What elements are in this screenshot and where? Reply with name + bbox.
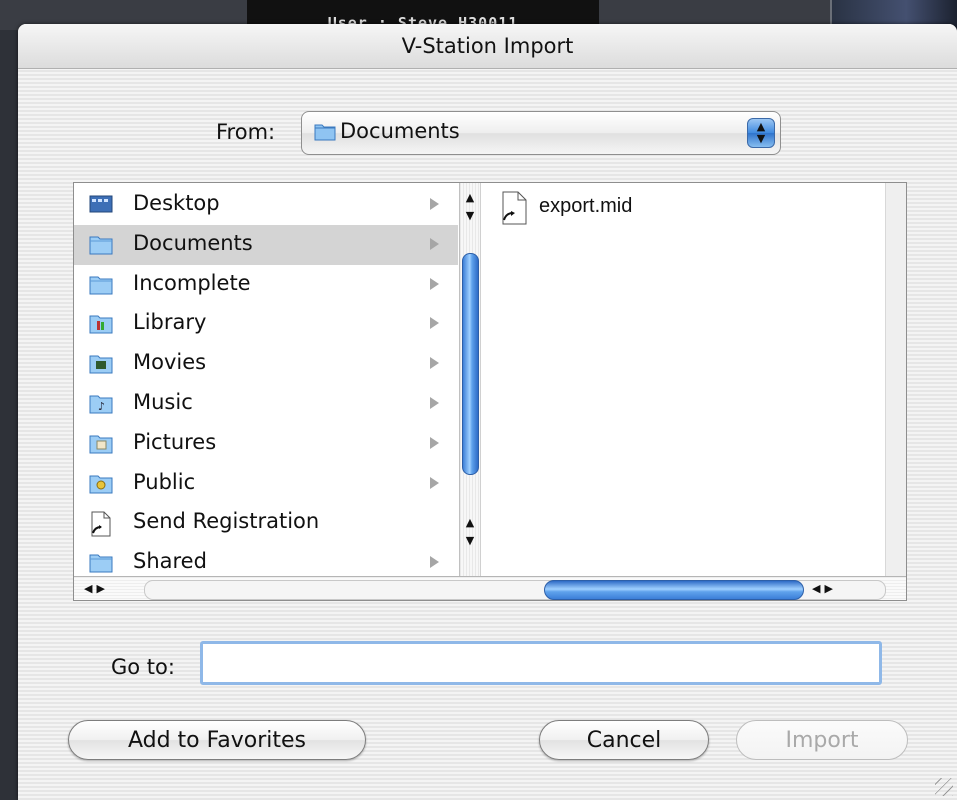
background-user-label: User : Steve H30011 xyxy=(327,14,519,24)
sidebar-item-label: Shared xyxy=(133,549,207,574)
import-button[interactable]: Import xyxy=(736,720,908,760)
file-item-label: export.mid xyxy=(539,195,633,217)
disclosure-arrow-icon xyxy=(430,277,439,290)
scroll-down-arrow-icon[interactable]: ▼ xyxy=(460,532,480,550)
sidebar-item-label: Music xyxy=(133,390,193,414)
disclosure-arrow-icon xyxy=(430,436,439,449)
sidebar-item-label: Public xyxy=(133,469,196,494)
sidebar-item-label: Movies xyxy=(133,350,207,375)
folder-icon xyxy=(314,121,336,145)
alias-document-icon xyxy=(89,511,113,537)
sidebar-item-label: Desktop xyxy=(133,191,220,215)
goto-label: Go to: xyxy=(111,655,175,679)
resize-grip-icon[interactable] xyxy=(935,778,953,796)
disclosure-arrow-icon xyxy=(430,317,439,330)
sidebar-item-movies[interactable]: Movies xyxy=(74,344,458,384)
scroll-left-right-arrows-icon[interactable]: ◀▶ xyxy=(84,579,109,599)
disclosure-arrow-icon xyxy=(430,556,439,569)
file-browser: Desktop Documents Incomplete Library Movies ♪… xyxy=(73,182,907,601)
music-folder-icon: ♪ xyxy=(89,392,113,414)
public-folder-icon xyxy=(89,472,113,494)
scroll-up-arrow-icon[interactable]: ▲ xyxy=(460,514,480,532)
sidebar-item-label: Pictures xyxy=(133,429,217,454)
desktop-icon xyxy=(89,193,113,215)
browser-column-2: export.mid xyxy=(480,183,885,576)
goto-input[interactable] xyxy=(200,641,882,685)
scroll-left-right-arrows-icon[interactable]: ◀▶ xyxy=(812,579,837,599)
sidebar-item-desktop[interactable]: Desktop xyxy=(74,185,458,225)
from-popup-value: Documents xyxy=(340,119,460,143)
sidebar-item-library[interactable]: Library xyxy=(74,304,458,344)
sidebar-item-documents[interactable]: Documents xyxy=(74,224,458,265)
sidebar-item-incomplete[interactable]: Incomplete xyxy=(74,265,458,305)
sidebar-item-label: Send Registration xyxy=(133,509,320,534)
browser-column-1: Desktop Documents Incomplete Library Movies ♪… xyxy=(74,183,458,576)
sidebar-item-label: Incomplete xyxy=(133,270,251,295)
scroll-up-arrow-icon[interactable]: ▲ xyxy=(460,189,480,207)
midi-file-icon xyxy=(499,191,529,229)
folder-icon xyxy=(89,551,113,573)
dialog-title: V-Station Import xyxy=(18,24,957,69)
sidebar-item-music[interactable]: ♪ Music xyxy=(74,384,458,424)
library-folder-icon xyxy=(89,312,113,334)
pictures-folder-icon xyxy=(89,432,113,454)
sidebar-item-send-registration[interactable]: Send Registration xyxy=(74,503,458,543)
disclosure-arrow-icon xyxy=(430,237,439,250)
horizontal-scroll-thumb[interactable] xyxy=(544,580,804,600)
disclosure-arrow-icon xyxy=(430,397,439,409)
folder-icon xyxy=(89,233,113,255)
background-user-display: User : Steve H30011 xyxy=(247,0,599,24)
popup-arrows-icon: ▲ ▼ xyxy=(747,118,775,148)
sidebar-item-public[interactable]: Public xyxy=(74,464,458,504)
scroll-thumb[interactable] xyxy=(462,253,479,475)
add-to-favorites-button[interactable]: Add to Favorites xyxy=(68,720,366,760)
disclosure-arrow-icon xyxy=(430,198,439,210)
horizontal-scrollbar[interactable]: ◀▶ ◀▶ xyxy=(74,576,906,600)
column-1-scrollbar[interactable]: ▲ ▼ ▲ ▼ xyxy=(459,183,480,576)
browser-column-2-edge xyxy=(885,183,906,576)
disclosure-arrow-icon xyxy=(430,476,439,489)
from-label: From: xyxy=(216,120,276,144)
sidebar-item-pictures[interactable]: Pictures xyxy=(74,424,458,464)
sidebar-item-label: Documents xyxy=(133,230,253,255)
folder-icon xyxy=(89,273,113,295)
disclosure-arrow-icon xyxy=(430,357,439,370)
background-app-edge xyxy=(0,0,18,800)
movies-folder-icon xyxy=(89,352,113,374)
from-popup[interactable]: Documents ▲ ▼ xyxy=(301,111,781,155)
import-dialog: V-Station Import From: Documents ▲ ▼ Desk… xyxy=(18,24,957,800)
svg-text:♪: ♪ xyxy=(98,400,105,413)
sidebar-item-label: Library xyxy=(133,310,207,335)
scroll-down-arrow-icon[interactable]: ▼ xyxy=(460,207,480,225)
sidebar-item-shared[interactable]: Shared xyxy=(74,543,458,576)
cancel-button[interactable]: Cancel xyxy=(539,720,709,760)
